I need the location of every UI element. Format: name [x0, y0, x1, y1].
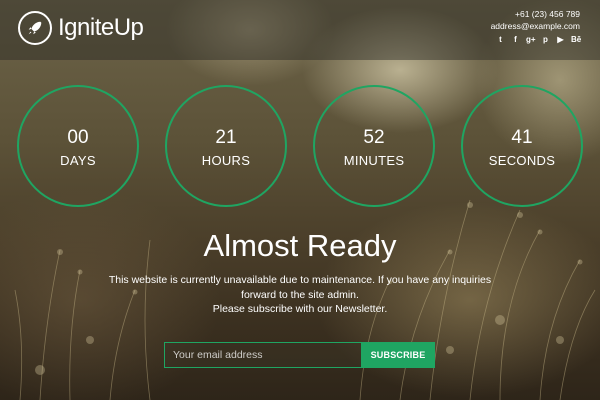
behance-icon[interactable]: Bē	[571, 34, 581, 46]
contact-phone: +61 (23) 456 789	[515, 9, 580, 19]
countdown-label: HOURS	[201, 153, 251, 168]
google-plus-icon[interactable]: g+	[526, 34, 536, 46]
facebook-icon[interactable]: f	[511, 34, 520, 46]
brand-name: IgniteUp	[58, 14, 144, 41]
newsletter-form: SUBSCRIBE	[164, 342, 435, 368]
brand-logo[interactable]: IgniteUp	[18, 11, 144, 45]
countdown-value: 00	[67, 127, 89, 148]
contact-info: +61 (23) 456 789 address@example.com t f…	[491, 8, 582, 46]
social-links: t f g+ p ▶ Bē	[491, 34, 581, 46]
countdown-minutes: 52 MINUTES	[313, 85, 435, 207]
countdown-days: 00 DAYS	[17, 85, 139, 207]
rocket-icon	[18, 11, 52, 45]
countdown-value: 41	[511, 127, 533, 148]
countdown-value: 52	[363, 127, 385, 148]
countdown-seconds: 41 SECONDS	[461, 85, 583, 207]
countdown-value: 21	[215, 127, 237, 148]
contact-email[interactable]: address@example.com	[491, 20, 580, 32]
youtube-icon[interactable]: ▶	[556, 34, 565, 46]
message-line: Please subscribe with our Newsletter.	[212, 303, 388, 315]
countdown-label: MINUTES	[343, 153, 405, 168]
top-bar: IgniteUp +61 (23) 456 789 address@exampl…	[0, 0, 600, 60]
email-input[interactable]	[164, 342, 361, 368]
message-line: This website is currently unavailable du…	[108, 274, 492, 301]
maintenance-message: This website is currently unavailable du…	[90, 273, 510, 317]
pinterest-icon[interactable]: p	[541, 34, 550, 46]
countdown-hours: 21 HOURS	[165, 85, 287, 207]
twitter-icon[interactable]: t	[496, 34, 505, 46]
subscribe-button[interactable]: SUBSCRIBE	[361, 342, 435, 368]
page-title: Almost Ready	[203, 228, 397, 263]
countdown-label: DAYS	[60, 153, 96, 168]
countdown-label: SECONDS	[488, 153, 556, 168]
